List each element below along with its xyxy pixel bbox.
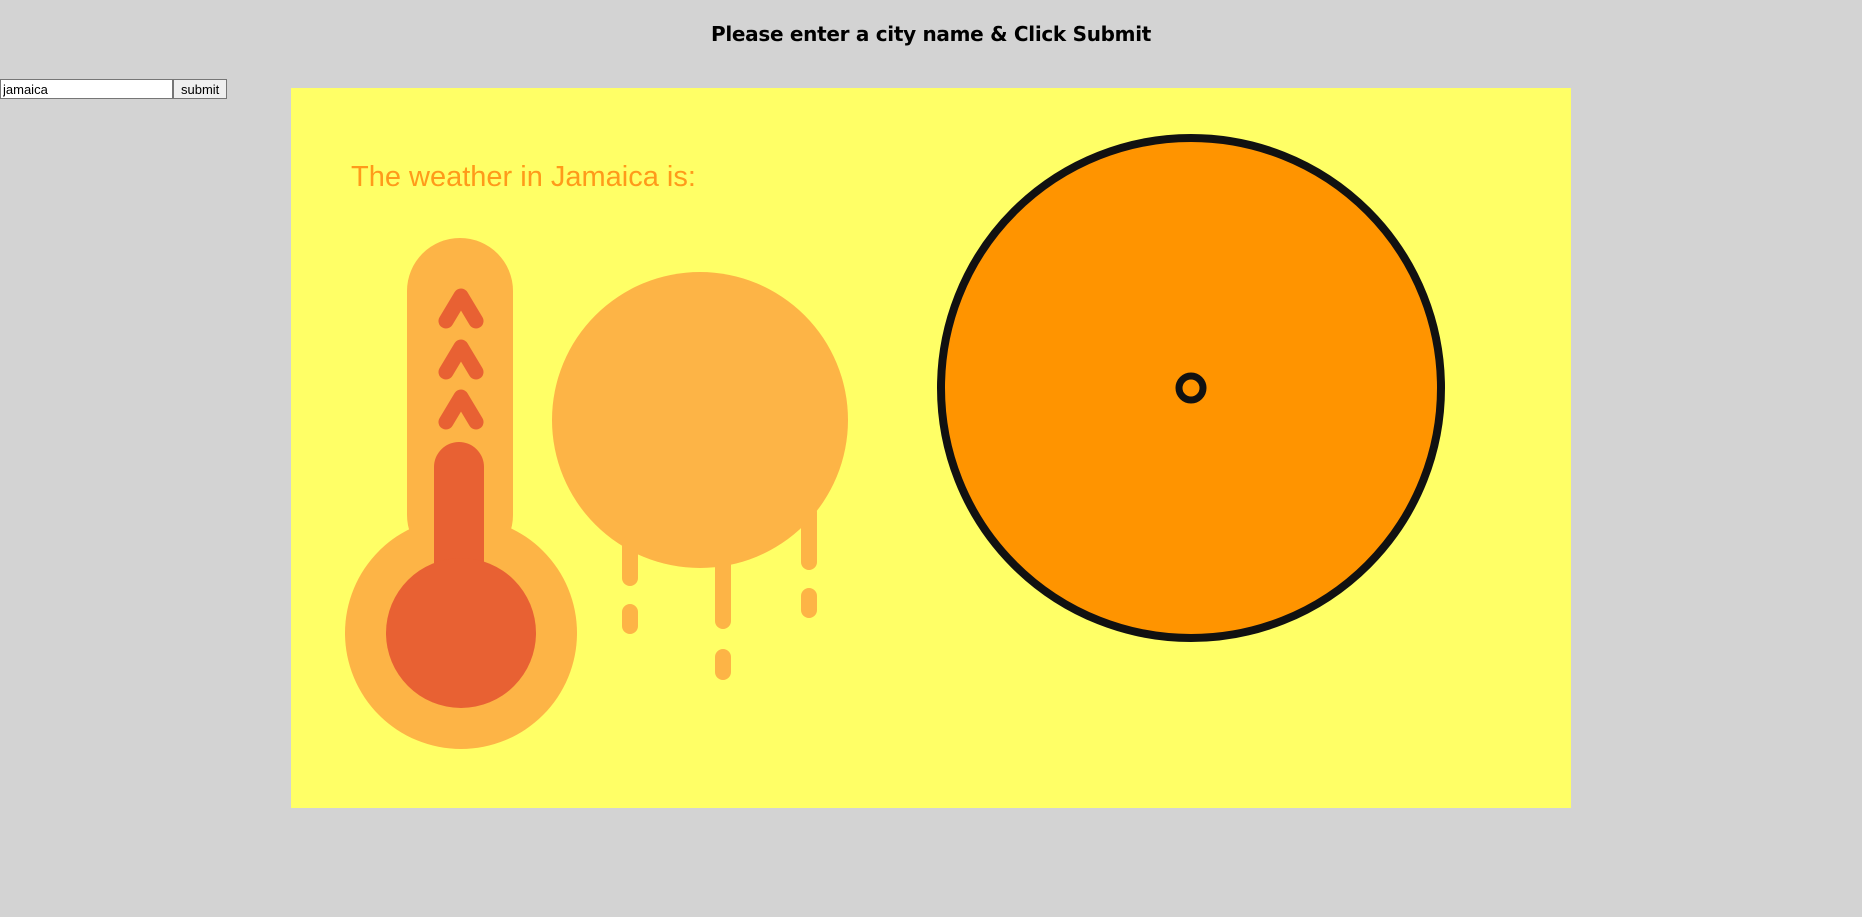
submit-button[interactable]: submit [173, 79, 228, 99]
weather-panel: The weather in Jamaica is: [291, 88, 1571, 808]
city-input[interactable] [0, 79, 173, 99]
city-search-form: submit [0, 78, 228, 100]
melting-sun-icon [552, 272, 848, 680]
hot-thermometer-icon [345, 238, 577, 749]
orange-dial-icon [937, 134, 1445, 642]
page-title: Please enter a city name & Click Submit [710, 22, 1152, 46]
weather-illustration [345, 134, 1445, 749]
